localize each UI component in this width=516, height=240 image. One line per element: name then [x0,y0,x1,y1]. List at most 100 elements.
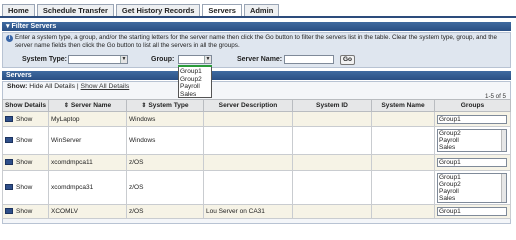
system-name-cell [371,154,435,171]
col-system-type[interactable]: ⇕ System Type [126,99,204,112]
sort-icon: ⇕ [63,103,69,109]
servers-table: Show Details ⇕ Server Name ⇕ System Type S… [2,99,511,219]
system-type-label: System Type: [22,56,67,63]
expand-icon[interactable] [5,184,13,191]
filter-servers-header: ▾ Filter Servers [2,22,511,31]
sort-icon: ⇕ [141,103,147,109]
group-option[interactable]: Group1 [180,68,211,76]
tab-underline [0,16,516,18]
server-description-cell [203,111,293,127]
filter-instructions: Enter a system type, a group, and/or the… [15,34,497,49]
group-option[interactable]: Sales [180,91,211,99]
server-name-label: Server Name: [237,56,283,63]
groups-cell: Group1 [434,154,511,171]
group-option[interactable]: Sales [439,144,506,151]
link-separator: | [76,83,79,90]
table-row: Show MyLaptop Windows Group1 [2,111,511,127]
group-option[interactable]: Group2 [439,130,506,137]
group-select[interactable]: ▼ [178,55,212,64]
col-server-name[interactable]: ⇕ Server Name [48,99,127,112]
filter-header-label: Filter Servers [11,23,57,30]
show-label: Show: [7,83,28,90]
server-name-cell: MyLaptop [48,111,127,127]
system-name-cell [371,126,435,155]
expand-icon[interactable] [5,115,13,122]
info-icon: i [6,35,13,42]
system-type-cell: z/OS [126,154,204,171]
system-id-cell [292,111,372,127]
group-option[interactable]: Group2 [439,181,506,188]
table-row: Show xcomdmpca11 z/OS Group1 [2,154,511,171]
groups-listbox[interactable]: Group2 Payroll Sales [437,129,507,152]
col-system-name: System Name [371,99,435,112]
show-cell[interactable]: Show [2,126,49,155]
group-option[interactable]: Payroll [439,188,506,195]
show-label[interactable]: Show [16,116,32,123]
show-cell[interactable]: Show [2,170,49,205]
groups-select[interactable]: Group1 [437,158,507,167]
groups-select[interactable]: Group1 [437,114,507,124]
server-description-cell: Lou Server on CA31 [203,204,293,219]
group-option[interactable]: Group1 [439,174,506,181]
chevron-down-icon: ▼ [204,56,211,63]
col-groups: Groups [434,99,511,112]
group-dropdown-list[interactable]: Group1 Group2 Payroll Sales [178,65,212,98]
system-type-cell: z/OS [126,170,204,205]
groups-cell: Group1 [434,111,511,127]
group-option[interactable]: Payroll [439,137,506,144]
servers-header: Servers [2,71,511,80]
groups-cell: Group1 Group2 Payroll Sales [434,170,511,205]
groups-select[interactable]: Group1 [437,207,507,216]
table-row: Show XCOMLV z/OS Lou Server on CA31 Grou… [2,204,511,219]
system-id-cell [292,204,372,219]
server-name-input[interactable] [284,55,334,64]
server-description-cell [203,154,293,171]
expand-icon[interactable] [5,137,13,144]
show-label[interactable]: Show [16,208,32,215]
hide-all-details-link[interactable]: Hide All Details [29,83,75,90]
groups-cell: Group1 [434,204,511,219]
table-row: Show xcomdmpca31 z/OS Group1 Group2 Payr… [2,170,511,205]
group-option[interactable]: Group2 [180,76,211,84]
system-id-cell [292,170,372,205]
expand-icon[interactable] [5,159,13,166]
show-label[interactable]: Show [16,184,32,191]
server-name-cell: xcomdmpca31 [48,170,127,205]
groups-listbox[interactable]: Group1 Group2 Payroll Sales [437,172,507,203]
system-name-cell [371,111,435,127]
server-description-cell [203,170,293,205]
group-option[interactable]: Payroll [180,83,211,91]
col-system-type-label: System Type [148,102,189,109]
col-server-description: Server Description [203,99,293,112]
col-server-name-label: Server Name [70,102,112,109]
server-name-cell: WinServer [48,126,127,155]
selected-highlight [178,65,212,67]
system-id-cell [292,154,372,171]
chevron-down-icon: ▼ [120,56,127,63]
system-type-cell: Windows [126,126,204,155]
group-label: Group: [151,56,175,63]
show-label[interactable]: Show [16,159,32,166]
show-cell[interactable]: Show [2,204,49,219]
show-label[interactable]: Show [16,137,32,144]
show-all-details-link[interactable]: Show All Details [81,83,130,90]
server-description-cell [203,126,293,155]
groups-cell: Group2 Payroll Sales [434,126,511,155]
expand-icon[interactable] [5,208,13,215]
scrollbar[interactable] [501,130,506,151]
go-button[interactable]: Go [340,55,355,65]
group-option[interactable]: Sales [439,195,506,202]
col-system-id: System ID [292,99,372,112]
system-name-cell [371,204,435,219]
scrollbar[interactable] [501,173,506,202]
show-cell[interactable]: Show [2,154,49,171]
server-name-cell: xcomdmpca11 [48,154,127,171]
col-show-details: Show Details [2,99,49,112]
system-type-cell: Windows [126,111,204,127]
show-cell[interactable]: Show [2,111,49,127]
show-bar: Show: Hide All Details | Show All Detail… [7,83,129,90]
system-type-cell: z/OS [126,204,204,219]
server-name-cell: XCOMLV [48,204,127,219]
system-id-cell [292,126,372,155]
system-type-select[interactable]: ▼ [68,55,128,64]
